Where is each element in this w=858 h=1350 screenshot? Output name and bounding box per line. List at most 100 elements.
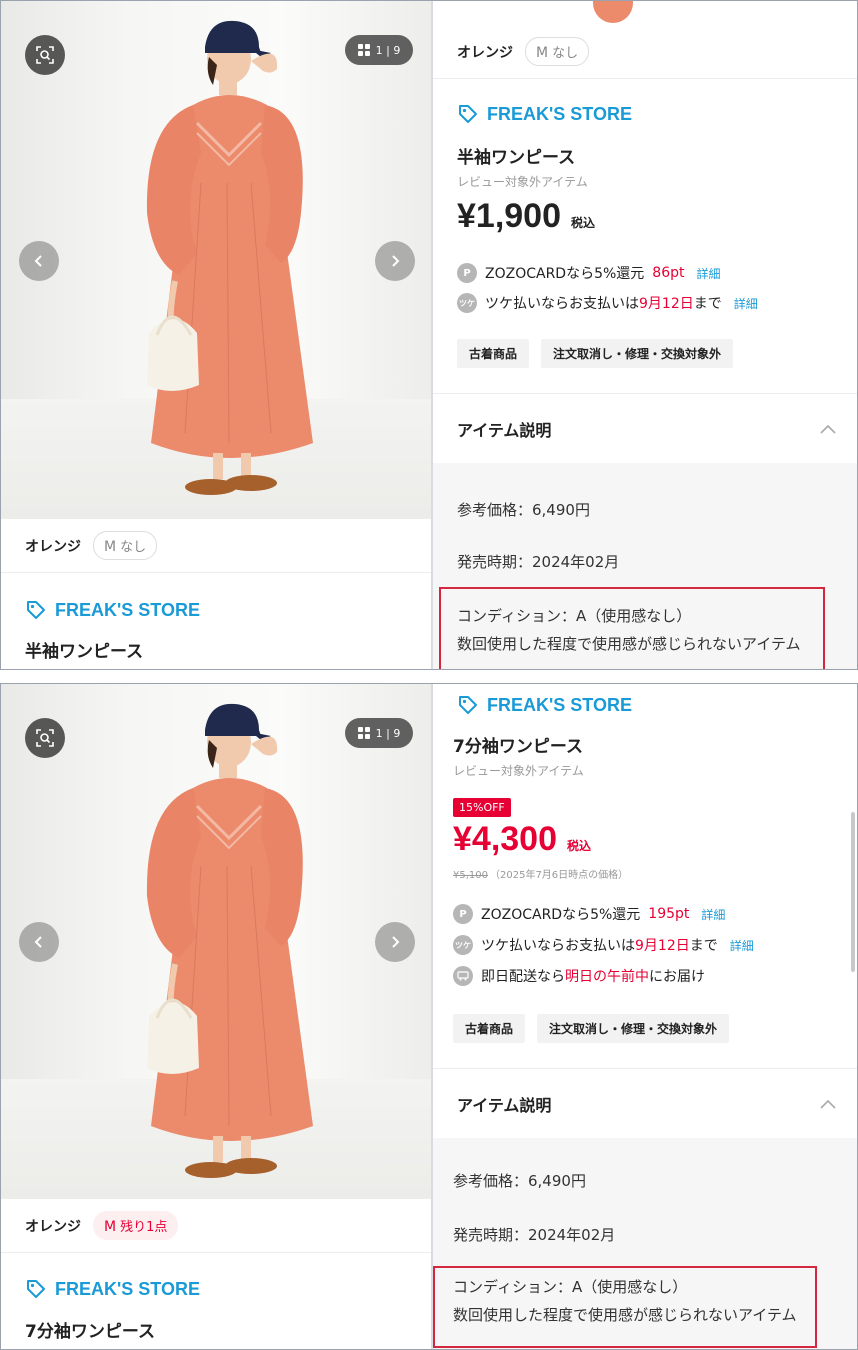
zoom-search-icon[interactable] — [25, 35, 65, 75]
description-header[interactable]: アイテム説明 — [433, 393, 857, 463]
original-price: ¥5,100 （2025年7月6日時点の価格） — [453, 866, 628, 881]
delivery-icon — [453, 966, 473, 986]
description-header[interactable]: アイテム説明 — [433, 1068, 857, 1138]
dress-hem-crop — [593, 1, 633, 23]
chevron-up-icon[interactable] — [819, 423, 837, 435]
tsuke-date: 9月12日 — [635, 938, 690, 954]
store-link[interactable]: FREAK'S STORE — [25, 1278, 200, 1300]
review-note: レビュー対象外アイテム — [453, 764, 584, 778]
image-counter-text: 1 | 9 — [375, 43, 401, 57]
price-value: ¥1,900 — [457, 197, 561, 235]
delivery-line: 即日配送なら明日の午前中にお届け — [453, 966, 705, 986]
grid-icon — [357, 727, 370, 739]
zozocard-line: P ZOZOCARDなら5%還元 86pt 詳細 — [457, 263, 721, 283]
store-name: FREAK'S STORE — [55, 1278, 200, 1299]
tag-icon — [459, 696, 477, 714]
tsuke-detail-link[interactable]: 詳細 — [734, 295, 758, 312]
zozocard-line: P ZOZOCARDなら5%還元 195pt 詳細 — [453, 904, 725, 924]
tsuke-line: ツケ ツケ払いならお支払いは9月12日まで 詳細 — [453, 935, 754, 955]
delivery-prefix: 即日配送なら — [481, 969, 565, 985]
tag-no-return: 注文取消し・修理・交換対象外 — [541, 339, 734, 368]
size-status: なし — [120, 540, 147, 555]
zozocard-detail-link[interactable]: 詳細 — [701, 906, 725, 923]
zozocard-points: 86pt — [652, 265, 685, 281]
zoom-search-icon[interactable] — [25, 718, 65, 758]
item-name: 7分袖ワンピース — [25, 1322, 155, 1342]
condition-highlight-box — [433, 1266, 817, 1348]
condition-highlight-box — [439, 587, 825, 669]
zozocard-points: 195pt — [648, 906, 690, 922]
product-image-column: 1 | 9 オレンジ M 残り1点 FREAK'S STORE 7分袖ワンピース — [1, 684, 431, 1349]
tag-used: 古着商品 — [453, 1014, 526, 1043]
tag-icon — [27, 601, 45, 619]
review-note: レビュー対象外アイテム — [457, 175, 588, 189]
tag-icon — [27, 1280, 45, 1298]
delivery-highlight: 明日の午前中 — [565, 969, 649, 985]
chevron-left-icon[interactable] — [19, 922, 59, 962]
size-code: M — [104, 1219, 117, 1235]
chevron-up-icon[interactable] — [819, 1098, 837, 1110]
size-code: M — [104, 539, 117, 555]
release-date: 発売時期：2024年02月 — [457, 553, 620, 571]
image-counter[interactable]: 1 | 9 — [345, 718, 413, 748]
tag-used: 古着商品 — [457, 339, 530, 368]
image-counter[interactable]: 1 | 9 — [345, 35, 413, 65]
description-title: アイテム説明 — [457, 420, 552, 440]
original-price-note: （2025年7月6日時点の価格） — [490, 870, 629, 881]
price-value: ¥4,300 — [453, 820, 557, 858]
tsuke-line: ツケ ツケ払いならお支払いは9月12日まで 詳細 — [457, 293, 758, 313]
product-photo[interactable]: 1 | 9 — [1, 684, 431, 1199]
top-crop — [433, 1, 857, 23]
color-label: オレンジ — [25, 538, 81, 555]
product-info-column: FREAK'S STORE 7分袖ワンピース レビュー対象外アイテム 15%OF… — [433, 684, 857, 1349]
delivery-suffix: にお届け — [649, 969, 705, 985]
chevron-right-icon[interactable] — [375, 922, 415, 962]
size-option[interactable]: M なし — [525, 37, 590, 66]
tag-icon — [459, 105, 477, 123]
image-counter-text: 1 | 9 — [375, 726, 401, 740]
release-date: 発売時期：2024年02月 — [453, 1226, 616, 1244]
model-illustration — [146, 703, 313, 1178]
screenshot-panel-half-sleeve: 1 | 9 オレンジ M なし FREAK'S STORE 半袖ワンピース オレン… — [0, 0, 858, 670]
zozocard-detail-link[interactable]: 詳細 — [697, 265, 721, 282]
tax-label: 税込 — [567, 839, 592, 853]
tag-no-return: 注文取消し・修理・交換対象外 — [537, 1014, 730, 1043]
price: ¥1,900 税込 — [457, 197, 595, 236]
item-name: 半袖ワンピース — [25, 642, 144, 662]
tag-list: 古着商品 注文取消し・修理・交換対象外 — [453, 1014, 730, 1043]
discount-badge: 15%OFF — [453, 798, 511, 817]
tsuke-detail-link[interactable]: 詳細 — [730, 937, 754, 954]
grid-icon — [357, 44, 370, 56]
chevron-right-icon[interactable] — [375, 241, 415, 281]
product-info-column: オレンジ M なし FREAK'S STORE 半袖ワンピース レビュー対象外アイ… — [433, 1, 857, 669]
tsuke-icon: ツケ — [453, 935, 473, 955]
size-option[interactable]: M なし — [93, 531, 158, 560]
original-price-value: ¥5,100 — [453, 870, 488, 881]
item-name: 7分袖ワンピース — [453, 737, 583, 757]
store-link[interactable]: FREAK'S STORE — [457, 103, 632, 125]
store-name: FREAK'S STORE — [487, 694, 632, 715]
product-image-column: 1 | 9 オレンジ M なし FREAK'S STORE 半袖ワンピース — [1, 1, 431, 669]
reference-price: 参考価格：6,490円 — [453, 1172, 586, 1190]
model-illustration — [146, 20, 313, 495]
store-link[interactable]: FREAK'S STORE — [25, 599, 200, 621]
p-point-icon: P — [453, 904, 473, 924]
chevron-left-icon[interactable] — [19, 241, 59, 281]
color-size-row: オレンジ M なし — [433, 25, 857, 79]
size-status: 残り1点 — [120, 1220, 168, 1235]
tsuke-icon: ツケ — [457, 293, 477, 313]
description-title: アイテム説明 — [457, 1095, 552, 1115]
size-option[interactable]: M 残り1点 — [93, 1211, 179, 1240]
store-name: FREAK'S STORE — [55, 599, 200, 620]
tag-list: 古着商品 注文取消し・修理・交換対象外 — [457, 339, 734, 368]
store-link[interactable]: FREAK'S STORE — [457, 694, 632, 716]
screenshot-panel-three-quarter-sleeve: 1 | 9 オレンジ M 残り1点 FREAK'S STORE 7分袖ワンピース … — [0, 683, 858, 1350]
color-label: オレンジ — [25, 1218, 81, 1235]
color-size-row: オレンジ M なし — [1, 519, 431, 573]
zozocard-text: ZOZOCARDなら5%還元 — [481, 907, 641, 923]
scrollbar[interactable] — [851, 812, 855, 972]
tsuke-prefix: ツケ払いならお支払いは — [481, 938, 635, 954]
zozocard-text: ZOZOCARDなら5%還元 — [485, 266, 645, 282]
product-photo[interactable]: 1 | 9 — [1, 1, 431, 519]
tsuke-prefix: ツケ払いならお支払いは — [485, 296, 639, 312]
